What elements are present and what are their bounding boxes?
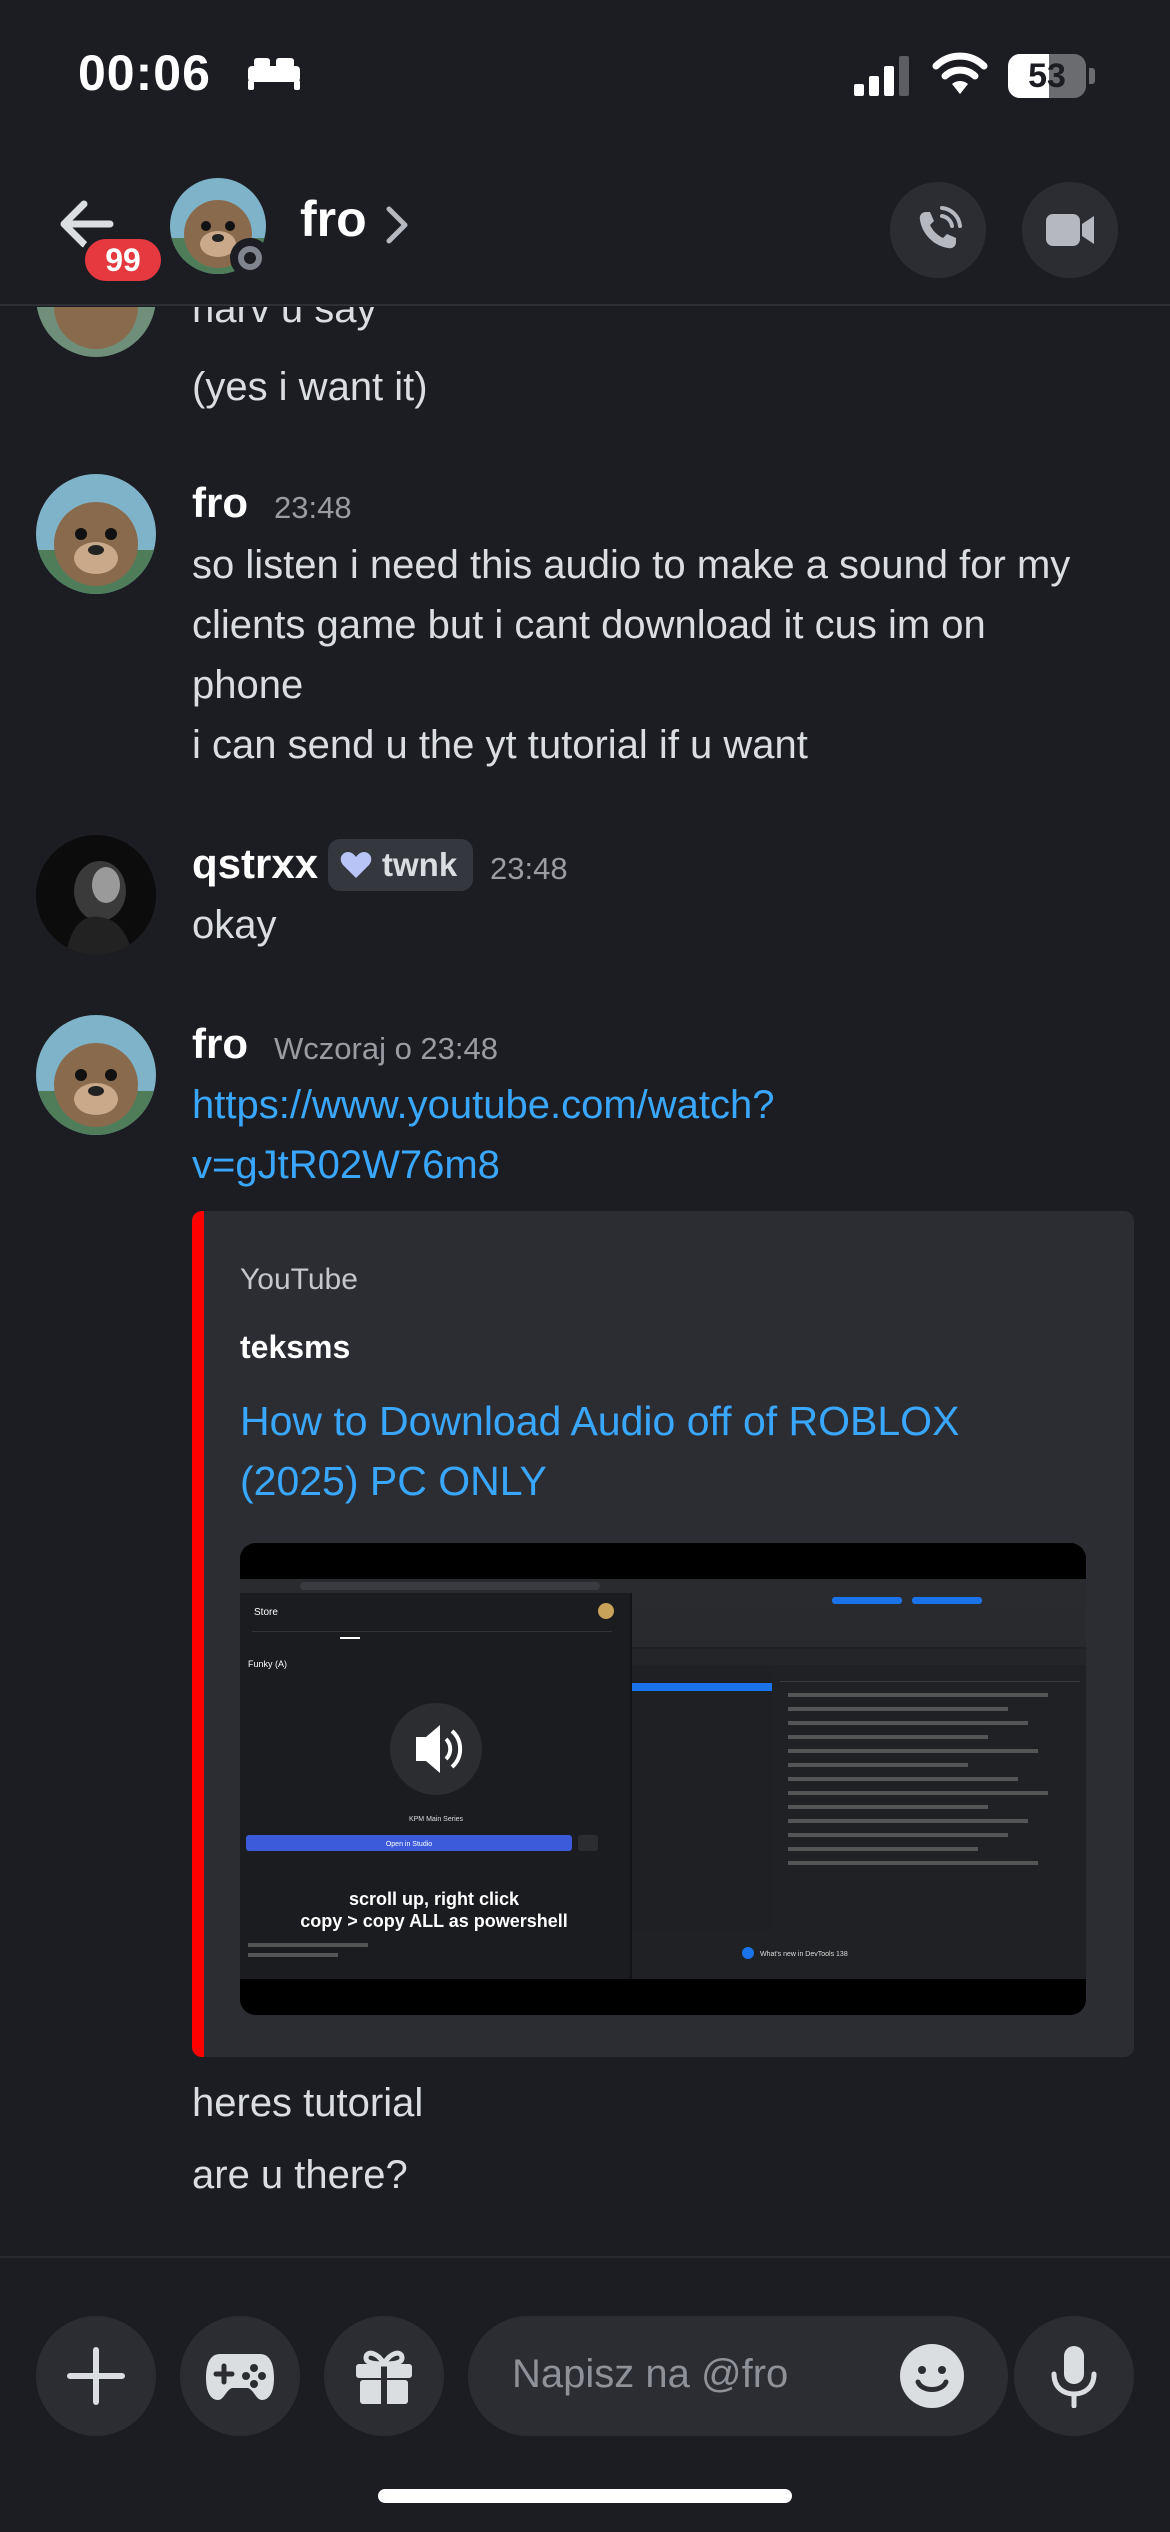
activities-button[interactable] bbox=[180, 2316, 300, 2436]
message-text: heres tutorial bbox=[192, 2081, 424, 2125]
heart-icon bbox=[340, 852, 372, 878]
message-author[interactable]: fro bbox=[192, 1020, 248, 1068]
message-text: clients game but i cant download it cus … bbox=[192, 603, 986, 647]
thumbnail-devtools-label: What's new in DevTools 138 bbox=[760, 1951, 848, 1958]
avatar[interactable] bbox=[36, 307, 156, 357]
battery-percent: 53 bbox=[1028, 57, 1066, 95]
message-text: i can send u the yt tutorial if u want bbox=[192, 723, 808, 767]
message-author[interactable]: qstrxx bbox=[192, 840, 318, 888]
home-indicator[interactable] bbox=[378, 2489, 792, 2503]
thumbnail-store-label: Store bbox=[254, 1607, 278, 1618]
video-thumbnail[interactable]: Store Funky (A) KPM Main Series Open in … bbox=[240, 1543, 1086, 2015]
avatar[interactable] bbox=[36, 1015, 156, 1135]
message-text: are u there? bbox=[192, 2153, 408, 2197]
role-badge[interactable]: twnk bbox=[328, 839, 474, 891]
voice-message-button[interactable] bbox=[1014, 2316, 1134, 2436]
youtube-link[interactable]: v=gJtR02W76m8 bbox=[192, 1135, 500, 1195]
chevron-right-icon[interactable] bbox=[385, 205, 409, 245]
plus-icon bbox=[67, 2347, 125, 2405]
conversation-header: 99 fro bbox=[0, 150, 1170, 306]
embed-title-line: (2025) PC ONLY bbox=[240, 1458, 547, 1504]
status-time: 00:06 bbox=[78, 45, 211, 101]
embed-provider[interactable]: YouTube bbox=[240, 1263, 358, 1297]
wifi-icon bbox=[932, 52, 988, 94]
thumbnail-track-label: Funky (A) bbox=[248, 1659, 287, 1669]
message-input-placeholder: Napisz na @fro bbox=[512, 2352, 789, 2396]
embed-accent-bar bbox=[192, 1211, 204, 2057]
message-text: phone bbox=[192, 663, 304, 707]
thumbnail-open-label: Open in Studio bbox=[386, 1841, 432, 1848]
video-call-button[interactable] bbox=[1022, 182, 1118, 278]
link-embed[interactable]: YouTube teksms How to Download Audio off… bbox=[192, 1211, 1134, 2057]
message-text: so listen i need this audio to make a so… bbox=[192, 543, 1071, 587]
thumbnail-artist-label: KPM Main Series bbox=[409, 1816, 464, 1823]
microphone-icon bbox=[1051, 2346, 1097, 2408]
message-text: (yes i want it) bbox=[192, 365, 428, 409]
gift-icon bbox=[356, 2350, 412, 2404]
emoji-icon[interactable] bbox=[898, 2342, 966, 2410]
phone-call-icon bbox=[919, 206, 962, 249]
message-timestamp: Wczoraj o 23:48 bbox=[274, 1031, 498, 1066]
thumbnail-caption: copy > copy ALL as powershell bbox=[300, 1911, 568, 1931]
contact-name[interactable]: fro bbox=[300, 190, 367, 248]
thumbnail-caption: scroll up, right click bbox=[349, 1889, 520, 1909]
message-timestamp: 23:48 bbox=[274, 490, 352, 525]
add-attachment-button[interactable] bbox=[36, 2316, 156, 2436]
embed-author[interactable]: teksms bbox=[240, 1329, 350, 1366]
cellular-signal-icon bbox=[854, 56, 909, 96]
message-list[interactable]: harv u say (yes i want it) fro 23:48 so … bbox=[0, 307, 1170, 2255]
message-timestamp: 23:48 bbox=[490, 851, 568, 886]
status-bar: 00:06 53 bbox=[0, 0, 1170, 150]
role-badge-label: twnk bbox=[382, 846, 458, 883]
avatar[interactable] bbox=[36, 835, 156, 955]
youtube-link[interactable]: https://www.youtube.com/watch? bbox=[192, 1075, 775, 1135]
embed-title[interactable]: How to Download Audio off of ROBLOX (202… bbox=[240, 1391, 1080, 1511]
gift-button[interactable] bbox=[324, 2316, 444, 2436]
voice-call-button[interactable] bbox=[890, 182, 986, 278]
embed-title-line: How to Download Audio off of ROBLOX bbox=[240, 1398, 960, 1444]
gamepad-icon bbox=[206, 2354, 274, 2400]
battery-indicator: 53 bbox=[1008, 54, 1095, 98]
offline-status-indicator bbox=[230, 238, 270, 278]
message-author[interactable]: fro bbox=[192, 479, 248, 527]
sleep-focus-icon bbox=[248, 58, 300, 90]
video-camera-icon bbox=[1046, 214, 1094, 246]
unread-count-badge: 99 bbox=[80, 234, 166, 286]
message-input[interactable]: Napisz na @fro bbox=[468, 2316, 1008, 2436]
message-text: harv u say bbox=[192, 307, 377, 331]
message-text: okay bbox=[192, 903, 277, 947]
avatar[interactable] bbox=[36, 474, 156, 594]
